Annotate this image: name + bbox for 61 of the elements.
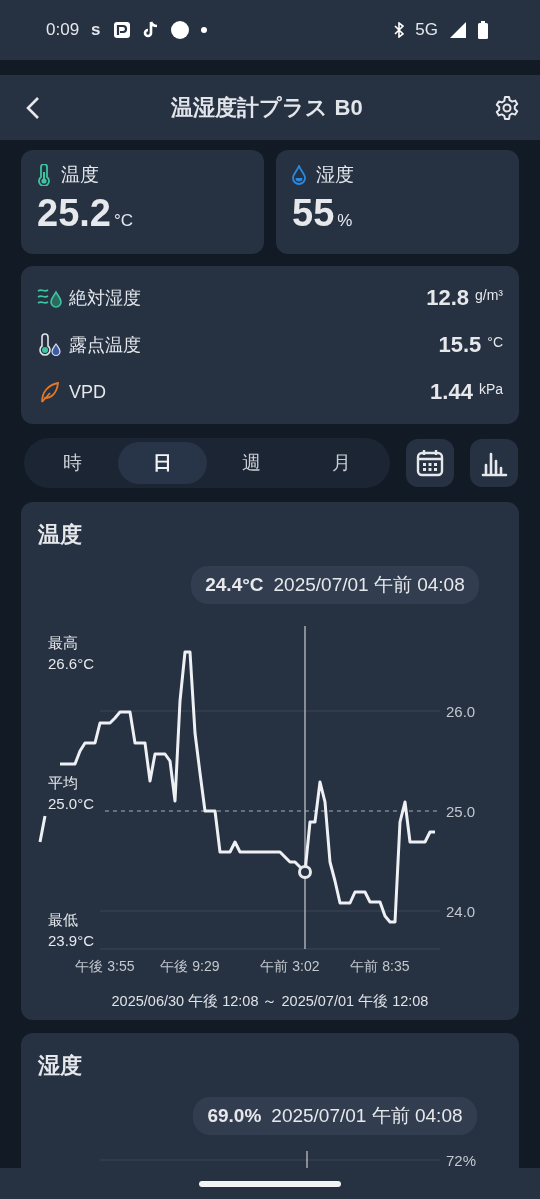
screen-title: 温湿度計プラス B0	[171, 93, 363, 122]
stat-value: 23.9°C	[48, 931, 95, 951]
metric-unit: °C	[487, 334, 503, 350]
metric-label: 露点温度	[69, 334, 141, 357]
reading-unit: %	[337, 211, 353, 231]
period-tab[interactable]: 時	[28, 442, 118, 484]
metric-unit: kPa	[478, 381, 503, 398]
back-icon	[26, 95, 40, 120]
x-tick-label: 午後 3:55	[75, 958, 135, 974]
app-notification-icon	[112, 21, 131, 39]
circle-icon	[170, 21, 189, 39]
reading-unit: °C	[113, 211, 134, 231]
battery-icon	[478, 21, 488, 39]
thermometer-drop-icon	[37, 333, 63, 357]
tooltip-time: 2025/07/01 午前 04:08	[273, 573, 465, 597]
tooltip-value: 69.0%	[207, 1105, 262, 1127]
dot-icon	[200, 27, 207, 33]
notification-letter: s	[91, 20, 101, 40]
metric-value: 1.44	[430, 379, 473, 406]
home-handle[interactable]	[199, 1180, 341, 1187]
reading-value: 25.2	[37, 192, 111, 235]
chart-title: 湿度	[37, 1052, 83, 1080]
x-tick-label: 午前 3:02	[260, 958, 320, 974]
date-range: 2025/06/30 午後 12:08 ～ 2025/07/01 午後 12:08	[110, 992, 430, 1011]
metric-unit: g/m³	[475, 286, 503, 303]
network-type: 5G	[415, 20, 438, 40]
period-tab[interactable]: 週	[207, 442, 297, 484]
tooltip-value: 24.4°C	[205, 574, 264, 596]
reading-value: 55	[292, 192, 335, 235]
tooltip-time: 2025/07/01 午前 04:08	[271, 1104, 463, 1128]
reading-label: 温度	[61, 163, 99, 187]
stat-label: 最高	[48, 633, 79, 653]
calendar-icon	[416, 449, 444, 477]
calendar-button[interactable]	[406, 439, 454, 487]
x-tick-label: 午前 8:35	[350, 958, 410, 974]
stat-label: 最低	[48, 910, 79, 930]
bluetooth-icon	[393, 22, 406, 38]
y-tick-label: 24.0	[446, 903, 476, 920]
chart-button[interactable]	[470, 439, 518, 487]
period-tab[interactable]: 月	[296, 442, 386, 484]
water-drop-icon	[292, 165, 306, 185]
metric-value: 15.5	[438, 332, 482, 358]
reading-label: 湿度	[316, 163, 354, 187]
settings-icon	[494, 94, 520, 121]
thermometer-icon	[37, 164, 51, 186]
status-time: 0:09	[46, 20, 80, 40]
x-tick-label: 午後 9:29	[160, 958, 220, 974]
cursor-marker	[298, 865, 312, 879]
metric-label: 絶対湿度	[69, 286, 141, 310]
signal-icon	[450, 22, 466, 38]
metric-value: 12.8	[426, 284, 469, 311]
stat-value: 26.6°C	[48, 654, 95, 674]
y-tick-label: 26.0	[446, 703, 476, 720]
chart-title: 温度	[37, 521, 83, 549]
metric-label: VPD	[69, 381, 106, 403]
stat-value: 25.0°C	[48, 794, 95, 814]
music-note-icon	[142, 21, 159, 39]
stat-label: 平均	[48, 773, 79, 793]
y-tick-label: 72%	[446, 1152, 477, 1169]
y-tick-label: 25.0	[446, 803, 476, 820]
period-tab[interactable]: 日	[117, 442, 207, 484]
